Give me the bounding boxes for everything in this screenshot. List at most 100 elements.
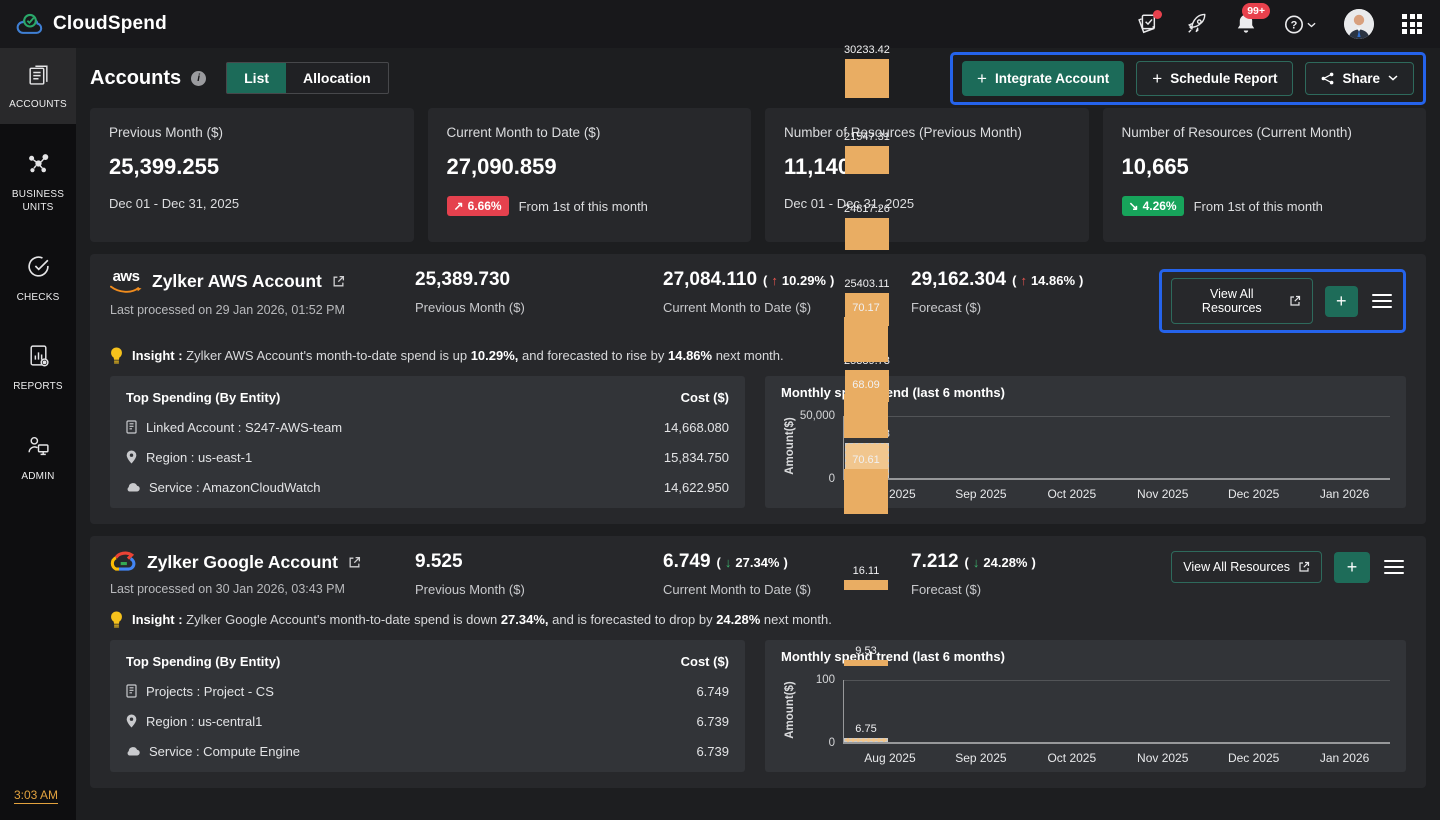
table-row: Projects : Project - CS 6.749	[126, 676, 729, 706]
apps-grid-icon[interactable]	[1402, 14, 1422, 34]
chart-bar[interactable]	[845, 146, 889, 174]
trend-down-badge: ↘ 4.26%	[1122, 196, 1184, 216]
header-actions-highlight: + Integrate Account + Schedule Report	[950, 52, 1426, 105]
schedule-report-button[interactable]: + Schedule Report	[1136, 61, 1293, 96]
bulb-icon	[110, 611, 123, 628]
admin-icon	[26, 433, 51, 463]
bar-slot: 70.61	[844, 438, 888, 514]
external-link-icon	[1289, 295, 1301, 307]
x-axis-tick-label: Nov 2025	[1117, 480, 1208, 501]
account-title: Zylker AWS Account	[152, 271, 322, 292]
svg-text:?: ?	[1291, 19, 1298, 31]
bar-value-label: 6.75	[855, 723, 876, 735]
notification-dot	[1153, 10, 1162, 19]
tasks-icon[interactable]	[1136, 13, 1158, 35]
menu-icon[interactable]	[1370, 292, 1394, 311]
account-tools: View All Resources +	[1171, 551, 1406, 583]
bulb-icon	[110, 347, 123, 364]
add-button[interactable]: +	[1334, 552, 1370, 583]
notification-count-badge: 99+	[1242, 3, 1270, 19]
view-all-resources-button[interactable]: View All Resources	[1171, 551, 1322, 583]
bar-value-label: 9.53	[855, 645, 876, 657]
tab-list[interactable]: List	[227, 63, 286, 93]
top-spending-table: Top Spending (By Entity) Cost ($) Projec…	[110, 640, 745, 772]
info-icon[interactable]: i	[191, 71, 206, 86]
table-row: Region : us-east-1 15,834.750	[126, 442, 729, 472]
checks-icon	[26, 254, 51, 284]
help-icon[interactable]: ?	[1284, 14, 1316, 35]
top-spending-table: Top Spending (By Entity) Cost ($) Linked…	[110, 376, 745, 508]
external-link-icon[interactable]	[332, 275, 345, 288]
clock-link[interactable]: 3:03 AM	[14, 788, 58, 804]
chart-bar[interactable]	[845, 59, 889, 98]
x-axis-tick-label: Nov 2025	[1117, 744, 1208, 765]
bar-value-label: 21547.31	[844, 131, 890, 143]
y-axis-label: Amount($)	[784, 411, 796, 481]
bar-slot: 68.09	[844, 362, 888, 438]
brand-name: CloudSpend	[53, 13, 167, 35]
account-card-google: Zylker Google Account Last processed on …	[90, 536, 1426, 788]
bar-slot: 24817.26	[844, 174, 890, 250]
bar-value-label: 16.11	[853, 565, 880, 577]
arrow-down-icon: ↓	[973, 555, 980, 570]
menu-icon[interactable]	[1382, 558, 1406, 577]
bar-value-label: 70.17	[852, 302, 880, 314]
chart-bar[interactable]	[844, 317, 888, 362]
y-axis: 50,000 0	[797, 416, 843, 480]
arrow-up-icon: ↑	[1020, 273, 1027, 288]
aws-logo-icon: aws	[110, 269, 142, 294]
linked-account-icon	[126, 684, 137, 698]
summary-card-resources-previous: Number of Resources (Previous Month) 11,…	[765, 108, 1089, 242]
y-axis-label: Amount($)	[784, 675, 796, 745]
sidebar-item-checks[interactable]: CHECKS	[0, 241, 76, 317]
x-axis-tick-label: Sep 2025	[935, 744, 1026, 765]
page-header: Accounts i List Allocation + Integrate A…	[90, 48, 1426, 108]
sidebar-item-reports[interactable]: REPORTS	[0, 330, 76, 406]
rocket-icon[interactable]	[1186, 13, 1208, 35]
trend-down-icon: ↘	[1129, 199, 1139, 213]
sidebar-item-admin[interactable]: ADMIN	[0, 420, 76, 496]
tab-allocation[interactable]: Allocation	[286, 63, 388, 93]
x-axis-tick-label: Sep 2025	[935, 480, 1026, 501]
x-axis-tick-label: Jan 2026	[1299, 480, 1390, 501]
navbar-actions: 99+ ?	[1136, 9, 1422, 39]
bar-slot: 30233.42	[844, 22, 890, 98]
chart-bar[interactable]	[844, 580, 888, 590]
table-row: Region : us-central1 6.739	[126, 706, 729, 736]
account-tools-highlight: View All Resources +	[1159, 269, 1406, 333]
bar-slot: 9.53	[844, 590, 888, 666]
sidebar-item-accounts[interactable]: ACCOUNTS	[0, 48, 76, 124]
x-axis-labels: Aug 2025Sep 2025Oct 2025Nov 2025Dec 2025…	[843, 744, 1390, 765]
view-all-resources-button[interactable]: View All Resources	[1171, 278, 1313, 324]
top-navbar: CloudSpend	[0, 0, 1440, 48]
bar-slot: 21547.31	[844, 98, 890, 174]
summary-cards: Previous Month ($) 25,399.255 Dec 01 - D…	[90, 108, 1426, 242]
chart-bar[interactable]	[845, 218, 889, 250]
chart-bar[interactable]	[844, 660, 888, 666]
cloud-logo-icon	[16, 12, 44, 36]
cloudspend-logo[interactable]: CloudSpend	[16, 12, 167, 36]
chart-bar[interactable]	[844, 394, 888, 438]
stat-previous-month: 25,389.730 Previous Month ($)	[415, 269, 663, 315]
region-pin-icon	[126, 714, 137, 728]
main-content: Accounts i List Allocation + Integrate A…	[76, 48, 1440, 820]
trend-up-badge: ↗ 6.66%	[447, 196, 509, 216]
user-avatar[interactable]	[1344, 9, 1374, 39]
x-axis-tick-label: Dec 2025	[1208, 480, 1299, 501]
table-row: Service : AmazonCloudWatch 14,622.950	[126, 472, 729, 502]
chart-bar[interactable]	[844, 738, 888, 742]
chevron-down-icon	[1388, 75, 1398, 81]
summary-card-current-month: Current Month to Date ($) 27,090.859 ↗ 6…	[428, 108, 752, 242]
share-button[interactable]: Share	[1305, 62, 1414, 95]
external-link-icon[interactable]	[348, 556, 361, 569]
bell-icon[interactable]: 99+	[1236, 13, 1256, 35]
summary-card-previous-month: Previous Month ($) 25,399.255 Dec 01 - D…	[90, 108, 414, 242]
x-axis-tick-label: Oct 2025	[1026, 480, 1117, 501]
share-icon	[1321, 72, 1334, 85]
sidebar-item-business-units[interactable]: BUSINESS UNITS	[0, 138, 76, 227]
bar-value-label: 68.09	[852, 379, 880, 391]
bar-slot: 70.17	[844, 286, 888, 362]
integrate-account-button[interactable]: + Integrate Account	[962, 61, 1124, 96]
chart-bar[interactable]	[844, 469, 888, 514]
add-button[interactable]: +	[1325, 286, 1358, 317]
